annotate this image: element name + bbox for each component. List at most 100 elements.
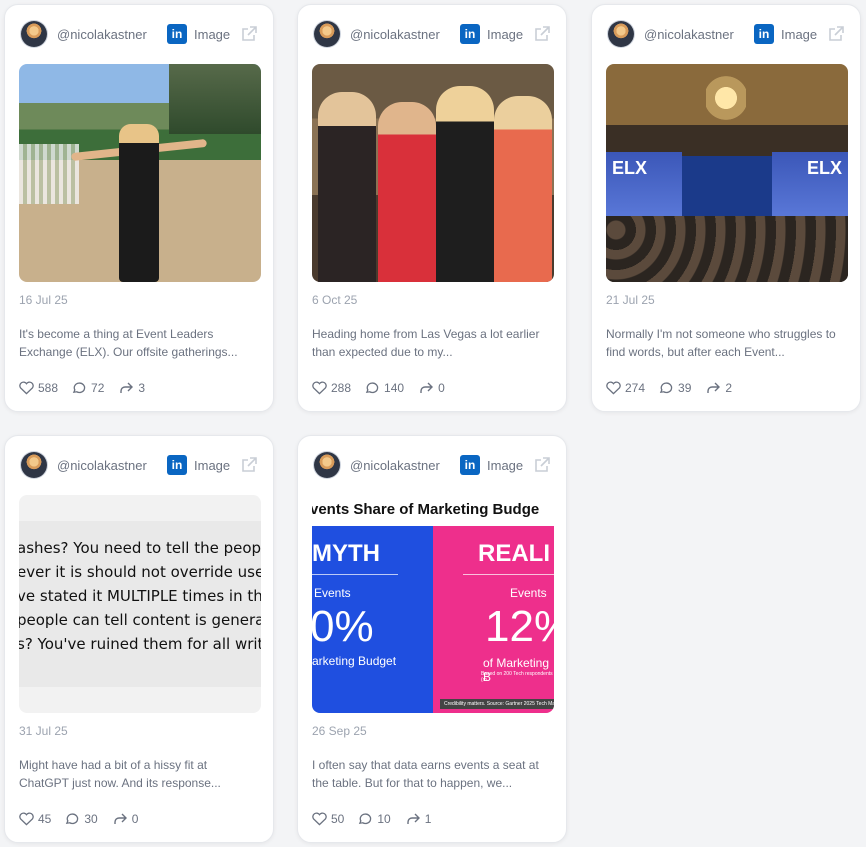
shares-count: 3 (138, 381, 146, 395)
reality-label: REALI (478, 540, 550, 567)
comments-stat: 140 (365, 381, 404, 395)
screenshot-text-line: ve stated it MULTIPLE times in this c (19, 587, 261, 605)
external-link-icon[interactable] (532, 24, 552, 44)
seating-rows (19, 144, 79, 204)
post-date: 21 Jul 25 (606, 293, 655, 307)
post-image[interactable]: vents Share of Marketing Budge MYTH Even… (312, 495, 554, 713)
post-date: 31 Jul 25 (19, 724, 68, 738)
share-icon (407, 813, 420, 824)
shares-stat: 3 (118, 381, 145, 395)
shares-count: 2 (725, 381, 733, 395)
heart-icon (19, 812, 34, 826)
shares-count: 1 (424, 812, 432, 826)
heart-icon (312, 381, 327, 395)
avatar[interactable] (21, 452, 47, 478)
post-header: @nicolakastner in Image (312, 19, 552, 49)
screenshot-text-line: ashes? You need to tell the people a (19, 539, 261, 557)
post-caption: I often say that data earns events a sea… (312, 758, 539, 790)
author-handle[interactable]: @nicolakastner (644, 27, 734, 42)
linkedin-icon: in (167, 455, 187, 475)
post-type-label: Image (487, 27, 524, 42)
likes-stat: 274 (606, 381, 645, 395)
author-handle[interactable]: @nicolakastner (57, 27, 147, 42)
post-card[interactable]: @nicolakastner in Image vents Share of M… (297, 435, 567, 843)
post-image[interactable] (19, 64, 261, 282)
avatar[interactable] (608, 21, 634, 47)
author-handle[interactable]: @nicolakastner (350, 458, 440, 473)
avatar[interactable] (314, 21, 340, 47)
post-header: @nicolakastner in Image (19, 450, 259, 480)
share-icon (114, 813, 127, 824)
likes-stat: 45 (19, 812, 51, 826)
post-card[interactable]: @nicolakastner in Image ashes? You need … (4, 435, 274, 843)
likes-stat: 588 (19, 381, 58, 395)
heart-icon (606, 381, 621, 395)
comment-icon (72, 382, 86, 394)
post-type-label: Image (194, 27, 231, 42)
author-handle[interactable]: @nicolakastner (57, 458, 147, 473)
slide-footnote: Credibility matters. Source: Gartner 202… (440, 699, 554, 709)
external-link-icon[interactable] (532, 455, 552, 475)
event-screen-left: ELX (606, 152, 682, 218)
post-type-label: Image (781, 27, 818, 42)
comments-stat: 10 (358, 812, 391, 826)
person (494, 96, 552, 282)
post-header: @nicolakastner in Image (19, 19, 259, 49)
post-caption: Normally I'm not someone who struggles t… (606, 327, 836, 359)
linkedin-icon: in (167, 24, 187, 44)
person (318, 92, 376, 282)
post-image[interactable] (312, 64, 554, 282)
share-icon (420, 382, 434, 393)
comment-icon (359, 813, 372, 825)
comments-stat: 39 (659, 381, 691, 395)
reality-percent: 12% (485, 602, 554, 651)
comment-icon (659, 382, 673, 394)
engagement-stats: 288 140 0 (312, 379, 445, 397)
external-link-icon[interactable] (826, 24, 846, 44)
post-image[interactable]: ashes? You need to tell the people a eve… (19, 495, 261, 713)
post-date: 6 Oct 25 (312, 293, 358, 307)
myth-events: Events (314, 586, 351, 600)
author-handle[interactable]: @nicolakastner (350, 27, 440, 42)
likes-count: 50 (331, 812, 345, 826)
chandelier (706, 68, 746, 128)
post-card[interactable]: @nicolakastner in Image ELX ELX 21 Jul 2… (591, 4, 861, 412)
reality-note: Based on 200 Tech respondents (m (481, 671, 553, 683)
myth-subtitle: arketing Budget (312, 654, 397, 668)
external-link-icon[interactable] (239, 24, 259, 44)
external-link-icon[interactable] (239, 455, 259, 475)
post-card[interactable]: @nicolakastner in Image 16 Jul 25 It's b… (4, 4, 274, 412)
post-image[interactable]: ELX ELX (606, 64, 848, 282)
myth-panel: MYTH Events 0% arketing Budget (312, 526, 433, 713)
engagement-stats: 45 30 0 (19, 810, 138, 828)
myth-percent: 0% (312, 602, 374, 651)
comments-count: 39 (678, 381, 692, 395)
comments-count: 30 (84, 812, 98, 826)
shares-stat: 2 (705, 381, 732, 395)
share-icon (707, 382, 721, 393)
person (378, 102, 436, 282)
likes-stat: 50 (312, 812, 344, 826)
share-icon (120, 382, 134, 393)
avatar[interactable] (21, 21, 47, 47)
post-header: @nicolakastner in Image (606, 19, 846, 49)
comment-icon (66, 813, 79, 825)
engagement-stats: 274 39 2 (606, 379, 732, 397)
screenshot-text-line: people can tell content is generated (19, 611, 261, 629)
shares-stat: 0 (418, 381, 445, 395)
stadium-stands (169, 64, 261, 134)
post-date: 26 Sep 25 (312, 724, 367, 738)
comment-icon (365, 382, 379, 394)
engagement-stats: 50 10 1 (312, 810, 431, 828)
person (436, 86, 494, 282)
person (119, 124, 159, 282)
likes-count: 288 (331, 381, 352, 395)
linkedin-icon: in (754, 24, 774, 44)
slide-title: vents Share of Marketing Budge (312, 501, 540, 518)
post-card[interactable]: @nicolakastner in Image 6 Oct 25 Heading… (297, 4, 567, 412)
likes-stat: 288 (312, 381, 351, 395)
post-caption: Might have had a bit of a hissy fit at C… (19, 758, 221, 790)
audience (606, 216, 848, 282)
avatar[interactable] (314, 452, 340, 478)
engagement-stats: 588 72 3 (19, 379, 145, 397)
